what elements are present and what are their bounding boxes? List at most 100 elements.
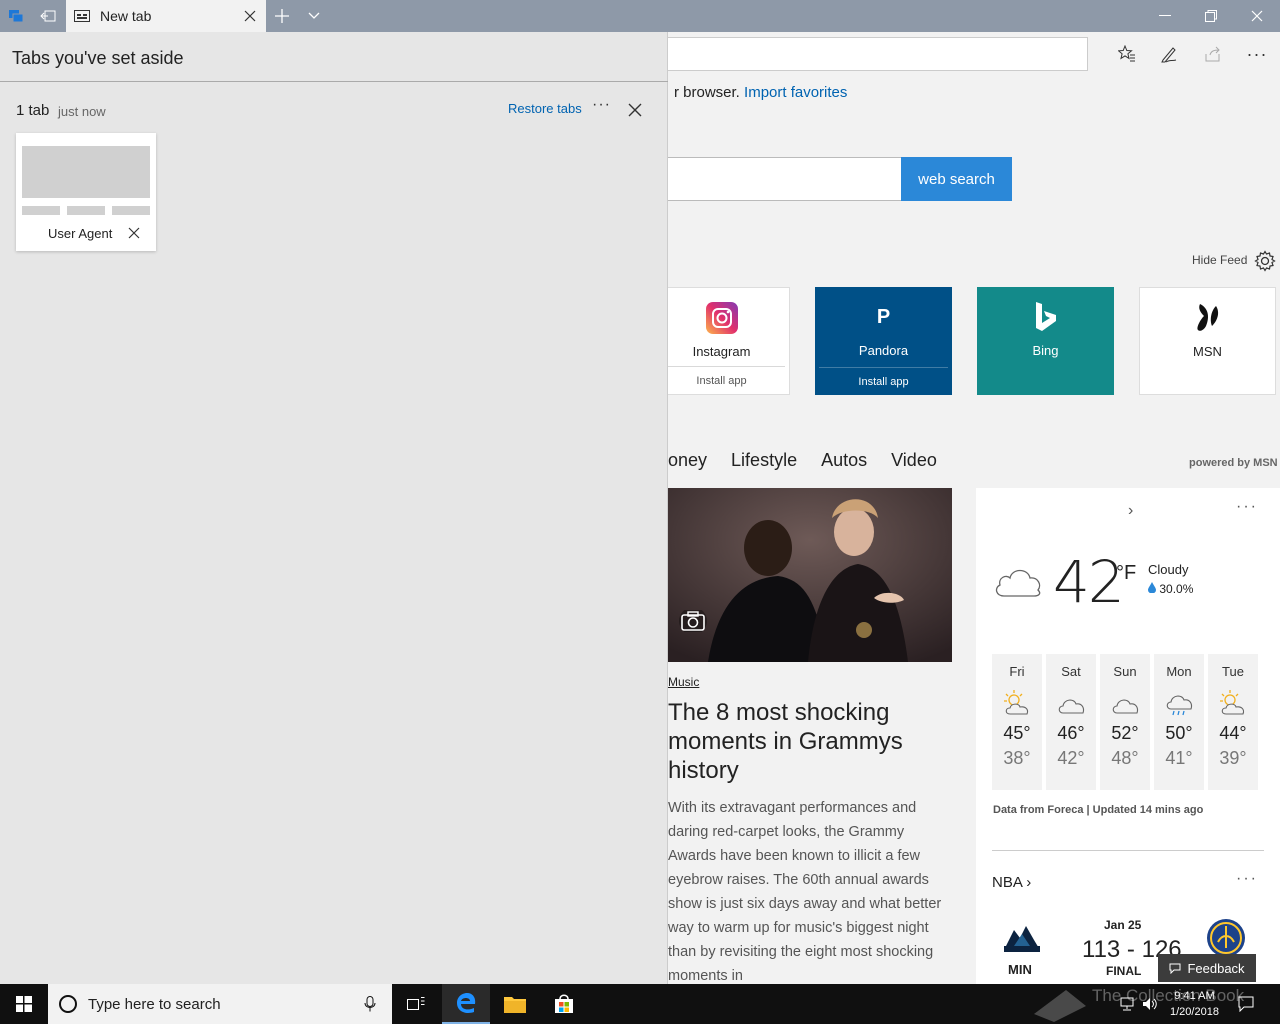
category-autos[interactable]: Autos (821, 450, 867, 470)
forecast-high: 45° (1003, 723, 1031, 743)
article-title[interactable]: The 8 most shocking moments in Grammys h… (668, 698, 948, 785)
timberwolves-logo-icon (1004, 926, 1040, 952)
restore-button[interactable] (1188, 0, 1234, 32)
tile-label: Pandora (858, 343, 909, 358)
address-bar[interactable] (668, 37, 1088, 71)
nba-header[interactable]: NBA › (992, 874, 1031, 891)
close-icon[interactable] (625, 100, 645, 120)
pen-icon (1161, 47, 1177, 63)
import-favorites-link[interactable]: Import favorites (744, 84, 847, 101)
microphone-icon[interactable] (364, 996, 376, 1012)
page-icon (74, 10, 90, 22)
forecast-day[interactable]: Sat 46° 42° (1046, 654, 1096, 790)
preview-placeholder (67, 206, 105, 215)
feedback-label: Feedback (1187, 960, 1245, 976)
install-app-link[interactable]: Install app (668, 366, 785, 394)
category-lifestyle[interactable]: Lifestyle (731, 450, 797, 470)
share-button[interactable] (1198, 40, 1228, 68)
taskbar-store[interactable] (540, 984, 588, 1024)
cloudy-icon (1112, 699, 1139, 714)
web-search-input[interactable] (668, 157, 902, 201)
close-window-button[interactable] (1234, 0, 1280, 32)
forecast-low: 38° (1003, 748, 1031, 768)
web-search-button[interactable]: web search (901, 157, 1012, 201)
forecast-day[interactable]: Sun 52° 48° (1100, 654, 1150, 790)
taskbar-file-explorer[interactable] (491, 984, 539, 1024)
network-icon[interactable] (1120, 997, 1134, 1011)
aside-tab-label: User Agent (48, 226, 113, 241)
bing-icon (1034, 301, 1058, 333)
aside-tab-thumbnail[interactable]: User Agent (16, 133, 156, 251)
warriors-logo-icon (1207, 919, 1245, 957)
new-tab-button[interactable] (266, 0, 298, 32)
feedback-button[interactable]: Feedback (1158, 954, 1256, 982)
forecast-day[interactable]: Fri 45° 38° (992, 654, 1042, 790)
preview-placeholder (22, 206, 60, 215)
tray-date: 1/20/2018 (1170, 1006, 1219, 1018)
edge-icon (457, 993, 476, 1013)
tray-time: 9:41 AM (1174, 990, 1215, 1002)
game-status: FINAL (1106, 964, 1142, 978)
tile-msn[interactable]: MSN (1139, 287, 1276, 395)
title-bar: New tab (0, 0, 1280, 32)
category-money[interactable]: oney (668, 450, 707, 470)
task-view-button[interactable] (392, 984, 440, 1024)
tabs-aside-panel: Tabs you've set aside 1 tab just now Res… (0, 32, 668, 984)
preview-placeholder (112, 206, 150, 215)
chevron-right-icon[interactable]: › (1128, 502, 1133, 520)
more-button[interactable]: ··· (1242, 40, 1272, 68)
article-category[interactable]: Music (668, 675, 699, 689)
tile-pandora[interactable]: P Pandora Install app (815, 287, 952, 395)
favorites-button[interactable] (1112, 40, 1142, 68)
forecast-day-name: Fri (1009, 664, 1025, 679)
forecast-day-name: Sun (1113, 664, 1137, 679)
card-more-button[interactable]: ··· (1236, 498, 1258, 516)
tab-close-button[interactable] (234, 0, 266, 32)
tab-preview-button[interactable] (298, 0, 330, 32)
tile-instagram[interactable]: Instagram Install app (668, 287, 790, 395)
watermark-logo-icon (1034, 990, 1086, 1022)
temperature-unit: °F (1116, 562, 1137, 584)
nba-more-button[interactable]: ··· (1236, 870, 1258, 888)
tab-group-time: just now (58, 104, 106, 119)
tabs-aside-button[interactable] (0, 0, 32, 32)
forecast-high: 52° (1111, 723, 1139, 743)
forecast-low: 42° (1057, 748, 1085, 768)
tile-bing[interactable]: Bing (977, 287, 1114, 395)
tab-title: New tab (100, 8, 152, 24)
category-video[interactable]: Video (891, 450, 937, 470)
forecast-day[interactable]: Mon 50° 41° (1154, 654, 1204, 790)
favorites-star-icon (1118, 45, 1135, 62)
windows-logo-icon (16, 996, 32, 1012)
minimize-button[interactable] (1142, 0, 1188, 32)
weather-condition: Cloudy (1148, 562, 1189, 577)
search-placeholder: Type here to search (88, 995, 221, 1013)
volume-icon[interactable] (1142, 997, 1158, 1011)
share-icon (1205, 46, 1220, 62)
store-icon (555, 994, 573, 1013)
install-app-link[interactable]: Install app (819, 367, 948, 395)
forecast-high: 46° (1057, 723, 1085, 743)
chevron-down-icon (308, 12, 320, 19)
restore-tabs-link[interactable]: Restore tabs (508, 101, 582, 116)
start-button[interactable] (0, 984, 48, 1024)
taskbar-search-box[interactable]: Type here to search (48, 984, 392, 1024)
action-center-icon[interactable] (1238, 996, 1254, 1012)
divider (992, 850, 1264, 851)
powered-by-msn: powered by MSN (1189, 457, 1278, 469)
web-note-button[interactable] (1154, 40, 1184, 68)
taskbar-edge[interactable] (442, 984, 490, 1024)
close-icon[interactable] (127, 226, 141, 240)
cortana-icon (59, 995, 77, 1013)
group-more-button[interactable]: ··· (592, 96, 611, 114)
tab-new-tab[interactable]: New tab (66, 0, 266, 32)
forecast-day[interactable]: Tue 44° 39° (1208, 654, 1258, 790)
article-summary: With its extravagant performances and da… (668, 800, 942, 984)
hide-feed-link[interactable]: Hide Feed (1192, 253, 1247, 267)
watermark-text: The Collection Book (1092, 986, 1245, 1005)
gear-icon[interactable] (1254, 250, 1276, 272)
partly-sunny-icon (1220, 690, 1245, 715)
feed-categories: oney Lifestyle Autos Video (668, 450, 961, 471)
set-tabs-aside-button[interactable] (32, 0, 64, 32)
tray-clock[interactable]: 9:41 AM 1/20/2018 (1170, 988, 1219, 1020)
